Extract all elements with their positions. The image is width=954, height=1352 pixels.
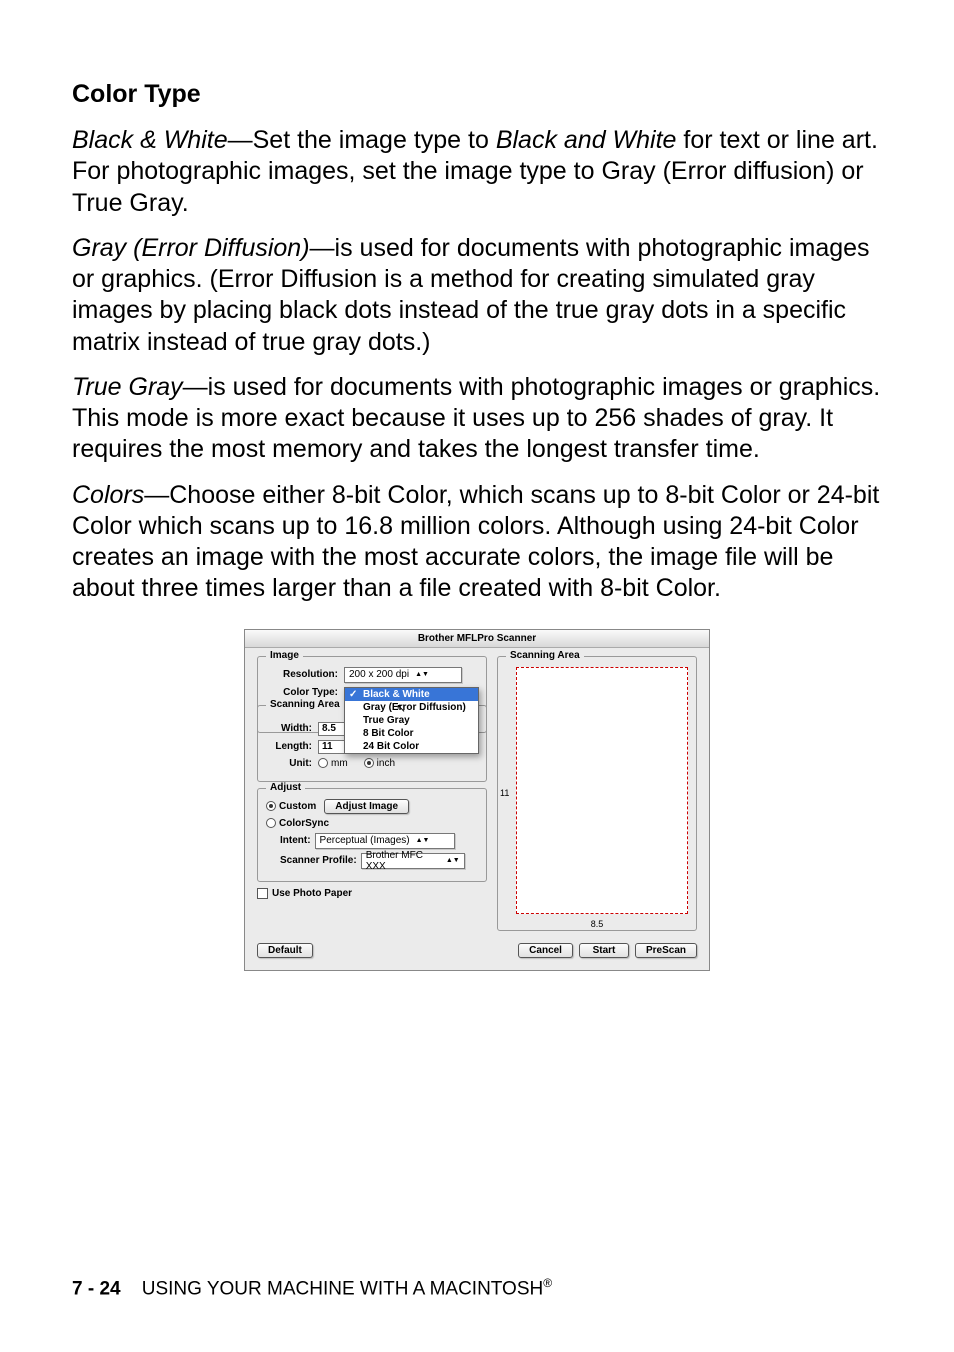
scanner-dialog: Brother MFLPro Scanner Image Resolution:… <box>244 629 710 971</box>
photo-paper-row: Use Photo Paper <box>257 888 487 899</box>
para-black-white: Black & White—Set the image type to Blac… <box>72 125 882 219</box>
select-arrows-icon: ▲▼ <box>416 839 430 843</box>
legend-adjust: Adjust <box>266 782 305 793</box>
cursor-icon: ↖ <box>396 701 406 715</box>
unit-mm-radio[interactable]: mm <box>318 758 348 769</box>
heading-color-type: Color Type <box>72 80 882 109</box>
scan-selection-rect[interactable] <box>516 667 688 914</box>
text: —is used for documents with photographic… <box>72 373 880 464</box>
intent-label: Intent: <box>280 835 311 846</box>
select-arrows-icon: ▲▼ <box>446 859 460 863</box>
registered-icon: ® <box>543 1276 552 1290</box>
dropdown-opt-24bit[interactable]: 24 Bit Color <box>345 740 478 753</box>
preview-height-label: 11 <box>500 788 509 798</box>
profile-select[interactable]: Brother MFC XXX ▲▼ <box>361 853 465 869</box>
radio-icon <box>266 818 276 828</box>
length-label: Length: <box>266 741 318 752</box>
colortype-label: Color Type: <box>266 687 344 698</box>
default-button[interactable]: Default <box>257 943 313 958</box>
legend-scanarea: Scanning Area <box>266 699 344 710</box>
dropdown-opt-bw[interactable]: Black & White <box>345 688 478 701</box>
unit-inch-radio[interactable]: inch <box>364 758 395 769</box>
unit-inch-label: inch <box>377 758 395 769</box>
intent-value: Perceptual (Images) <box>320 835 410 846</box>
colorsync-label: ColorSync <box>279 818 329 829</box>
prescan-button[interactable]: PreScan <box>635 943 697 958</box>
select-arrows-icon: ▲▼ <box>415 673 429 677</box>
resolution-label: Resolution: <box>266 669 344 680</box>
page-footer: 7 - 24 USING YOUR MACHINE WITH A MACINTO… <box>72 1276 552 1300</box>
unit-label: Unit: <box>266 758 318 769</box>
para-gray-diffusion: Gray (Error Diffusion)—is used for docum… <box>72 233 882 358</box>
term-colors: Colors <box>72 481 144 509</box>
adjust-image-button[interactable]: Adjust Image <box>324 799 409 814</box>
profile-label: Scanner Profile: <box>280 855 357 866</box>
term-truegray: True Gray <box>72 373 183 401</box>
para-true-gray: True Gray—is used for documents with pho… <box>72 372 882 466</box>
photo-paper-checkbox[interactable] <box>257 888 268 899</box>
footer-text: USING YOUR MACHINE WITH A MACINTOSH <box>142 1278 544 1299</box>
legend-preview: Scanning Area <box>506 650 584 661</box>
intent-select[interactable]: Perceptual (Images) ▲▼ <box>315 833 455 849</box>
fieldset-adjust: Adjust Custom Adjust Image ColorSync Int… <box>257 788 487 882</box>
radio-icon <box>364 758 374 768</box>
term-bw: Black & White <box>72 126 228 154</box>
dropdown-opt-8bit[interactable]: 8 Bit Color <box>345 727 478 740</box>
colortype-dropdown[interactable]: Black & White Gray (Error Diffusion) Tru… <box>344 687 479 754</box>
preview-width-label: 8.5 <box>591 919 604 929</box>
radio-icon <box>318 758 328 768</box>
cancel-button[interactable]: Cancel <box>518 943 573 958</box>
resolution-value: 200 x 200 dpi <box>349 669 409 680</box>
dropdown-opt-grayerr[interactable]: Gray (Error Diffusion) <box>345 701 478 714</box>
footer-page-num: 7 - 24 <box>72 1278 121 1299</box>
term-gray: Gray (Error Diffusion) <box>72 234 310 262</box>
dialog-title-bar: Brother MFLPro Scanner <box>245 630 709 648</box>
start-button[interactable]: Start <box>579 943 629 958</box>
custom-label: Custom <box>279 801 316 812</box>
dropdown-opt-truegray[interactable]: True Gray <box>345 714 478 727</box>
custom-radio[interactable]: Custom <box>266 801 316 812</box>
radio-icon <box>266 801 276 811</box>
resolution-select[interactable]: 200 x 200 dpi ▲▼ <box>344 667 462 683</box>
profile-value: Brother MFC XXX <box>366 850 440 872</box>
legend-image: Image <box>266 650 303 661</box>
text: —Choose either 8-bit Color, which scans … <box>72 481 879 603</box>
photo-paper-label: Use Photo Paper <box>272 888 352 899</box>
unit-mm-label: mm <box>331 758 348 769</box>
width-label: Width: <box>266 723 318 734</box>
text: —Set the image type to <box>228 126 496 154</box>
para-colors: Colors—Choose either 8-bit Color, which … <box>72 480 882 605</box>
colorsync-radio[interactable]: ColorSync <box>266 818 329 829</box>
term-bw2: Black and White <box>496 126 677 154</box>
scanning-area-preview: Scanning Area 11 8.5 <box>497 656 697 931</box>
